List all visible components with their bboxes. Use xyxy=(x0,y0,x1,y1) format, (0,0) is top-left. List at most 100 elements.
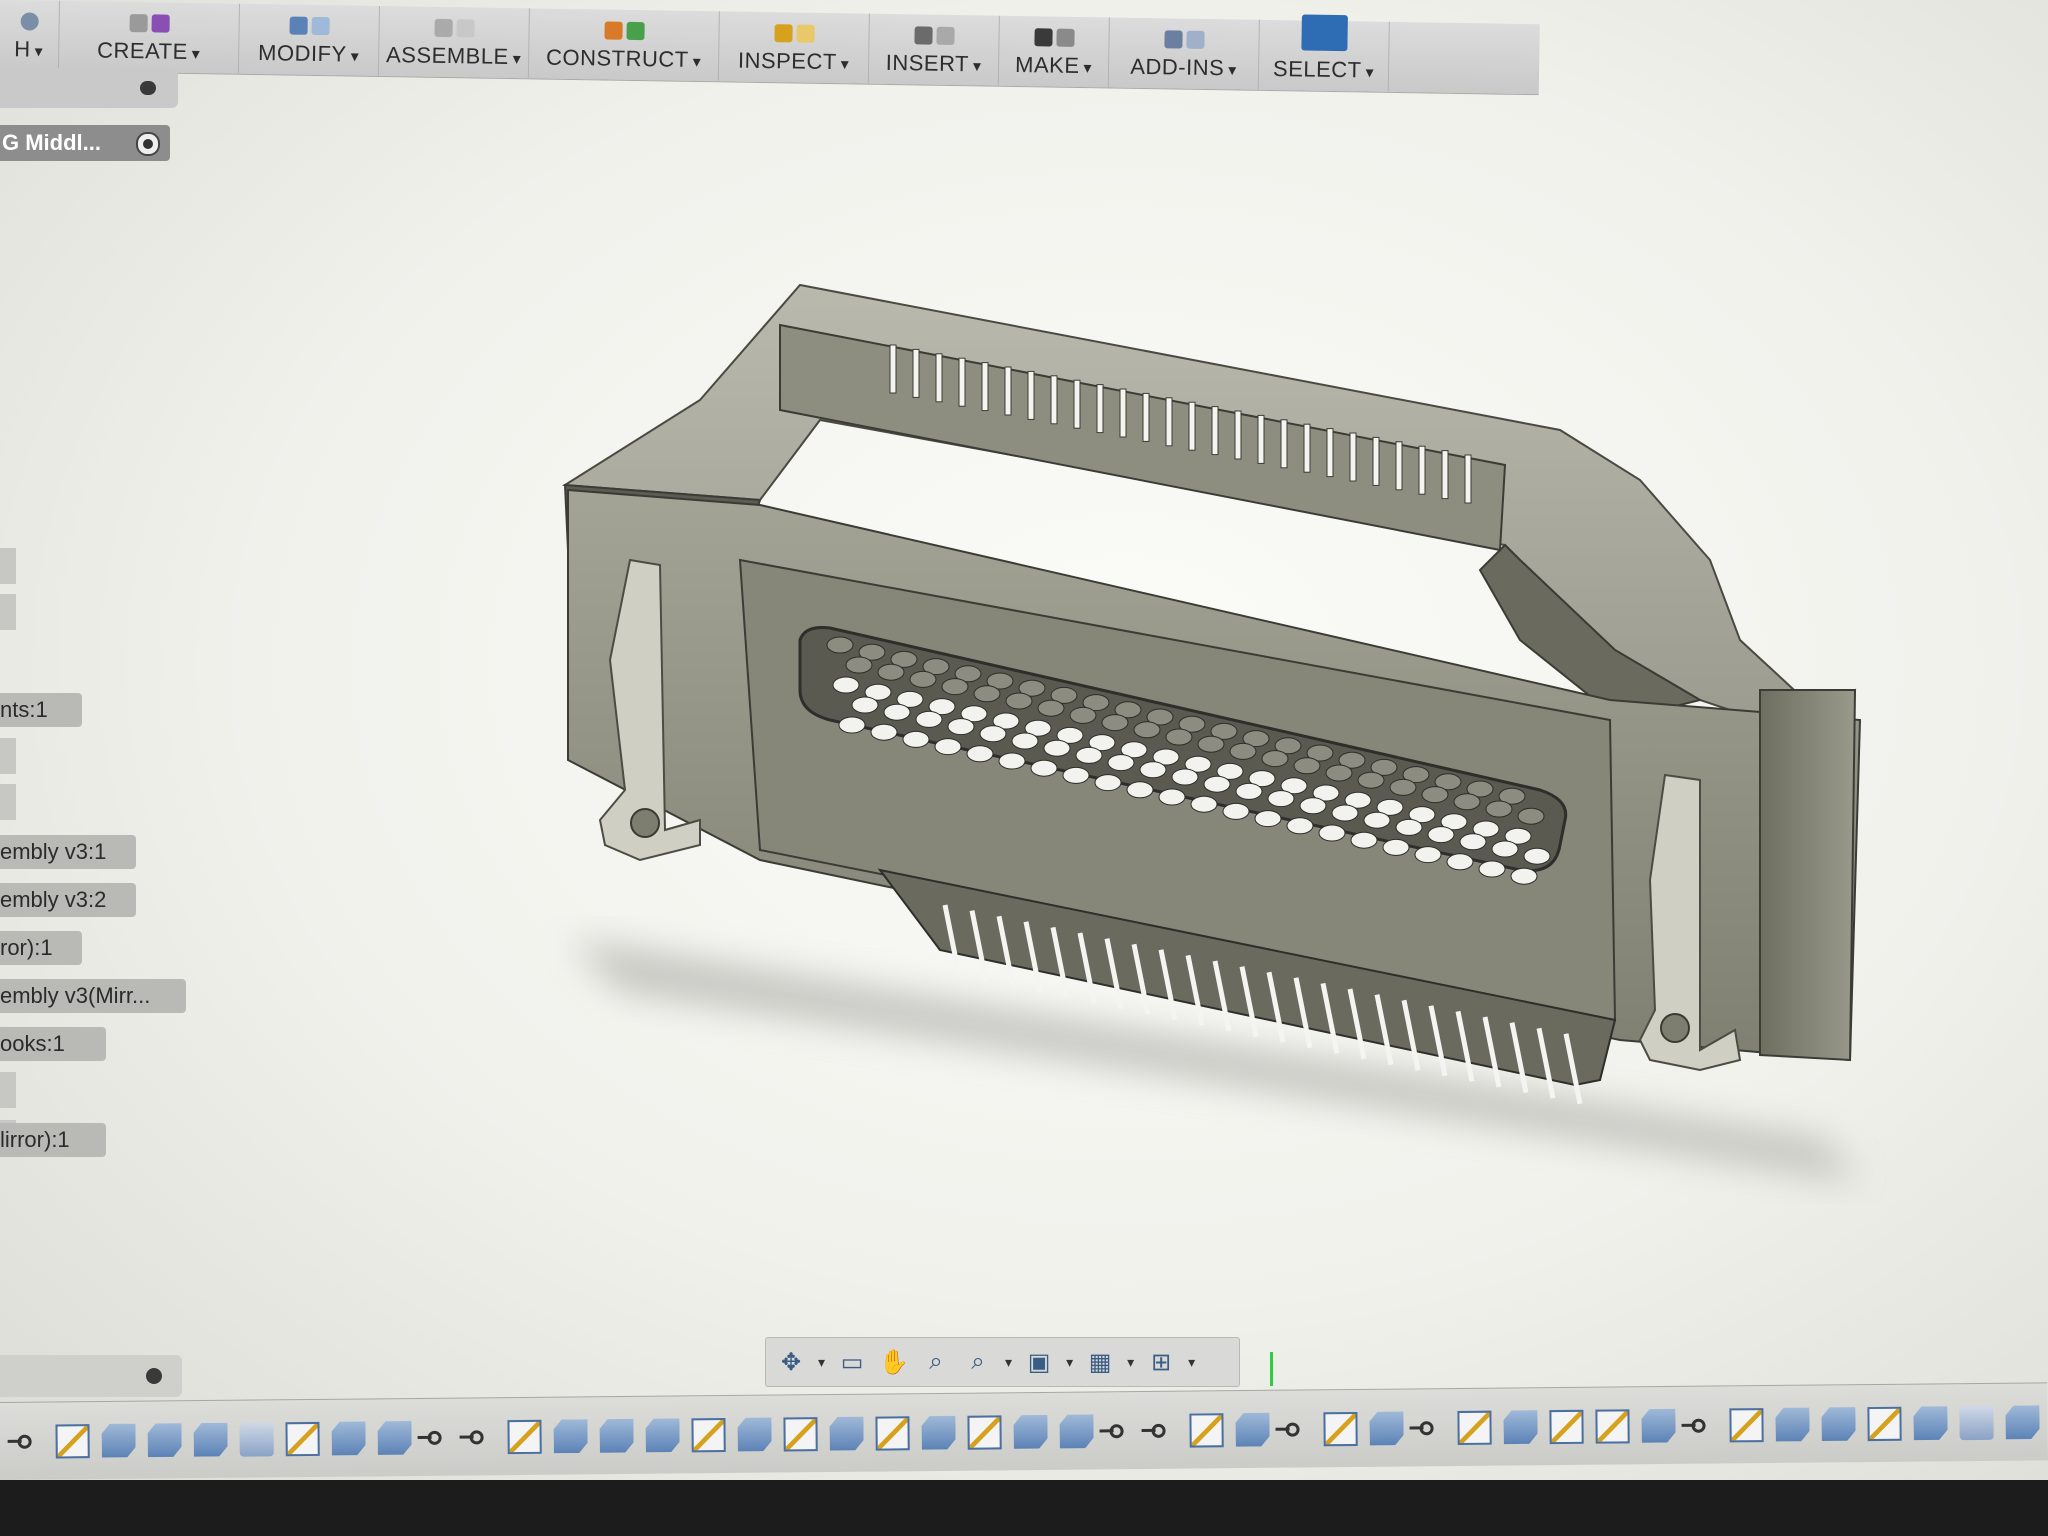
fit-icon[interactable]: ⌕ xyxy=(963,1347,993,1377)
grille-hex-hole xyxy=(1011,732,1039,750)
grille-hex-hole xyxy=(1005,692,1033,710)
timeline-sketch-icon[interactable] xyxy=(1323,1411,1358,1446)
grille-hex-hole xyxy=(1523,847,1551,865)
grille-hex-hole xyxy=(1229,742,1257,760)
grille-hex-hole xyxy=(845,656,873,674)
grille-hex-hole xyxy=(1427,826,1455,844)
grille-hex-hole xyxy=(1459,833,1487,851)
light-bar-slot xyxy=(1234,410,1242,460)
chevron-down-icon[interactable]: ▾ xyxy=(1005,1354,1012,1371)
timeline-extrude-icon[interactable] xyxy=(1369,1411,1403,1445)
grille-hex-hole xyxy=(1222,802,1250,820)
orbit-icon[interactable]: ✥ xyxy=(776,1347,806,1377)
timeline-joint-icon[interactable] xyxy=(465,1420,495,1454)
timeline-sketch-icon[interactable] xyxy=(1867,1406,1902,1441)
light-bar-slot xyxy=(1303,423,1311,473)
timeline-extrude-icon[interactable] xyxy=(1013,1414,1047,1448)
grille-hex-hole xyxy=(1325,764,1353,782)
timeline-sketch-icon[interactable] xyxy=(1189,1412,1224,1448)
light-bar-slot xyxy=(912,348,920,398)
timeline-joint-icon[interactable] xyxy=(1147,1413,1177,1447)
grille-hex-hole xyxy=(1261,750,1289,768)
timeline-sketch-icon[interactable] xyxy=(783,1416,818,1451)
timeline-extrude-icon[interactable] xyxy=(101,1423,135,1457)
pan-icon[interactable]: ✋ xyxy=(879,1347,909,1377)
timeline-joint-icon[interactable] xyxy=(1105,1414,1135,1448)
timeline-extrude-icon[interactable] xyxy=(1235,1412,1269,1446)
light-bar-slot xyxy=(1418,445,1426,495)
grille-hex-hole xyxy=(966,745,994,763)
light-bar-slot xyxy=(958,357,966,407)
grille-hex-hole xyxy=(973,685,1001,703)
grille-hex-hole xyxy=(947,718,975,736)
grille-hex-hole xyxy=(979,725,1007,743)
timeline-extrude-icon[interactable] xyxy=(1913,1406,1947,1440)
chevron-down-icon[interactable]: ▾ xyxy=(818,1354,825,1371)
light-bar-slot xyxy=(1211,406,1219,456)
chevron-down-icon[interactable]: ▾ xyxy=(1188,1354,1195,1371)
grille-hex-hole xyxy=(1421,786,1449,804)
timeline-extrude-icon[interactable] xyxy=(2005,1405,2039,1439)
look-at-icon[interactable]: ▭ xyxy=(837,1347,867,1377)
grille-hex-hole xyxy=(902,730,930,748)
grille-hex-hole xyxy=(1510,867,1538,885)
light-bar-slot xyxy=(1027,370,1035,420)
timeline-sketch-icon[interactable] xyxy=(1457,1410,1492,1445)
timeline-extrude-icon[interactable] xyxy=(377,1421,411,1455)
light-bar-slot xyxy=(1395,441,1403,491)
timeline-extrude-icon[interactable] xyxy=(599,1418,633,1452)
timeline-extrude-icon[interactable] xyxy=(1821,1407,1855,1441)
right-dring-hole xyxy=(1660,1013,1690,1043)
light-bar-slot xyxy=(1349,432,1357,482)
grille-hex-hole xyxy=(1485,800,1513,818)
timeline-extrude-icon[interactable] xyxy=(829,1416,863,1450)
light-bar-slot xyxy=(981,362,989,412)
timeline-extrude-icon[interactable] xyxy=(193,1422,227,1456)
timeline-sketch-icon[interactable] xyxy=(1595,1408,1630,1444)
timeline-joint-icon[interactable] xyxy=(423,1420,453,1454)
zoom-icon[interactable]: ⌕ xyxy=(921,1347,951,1377)
viewports-icon[interactable]: ⊞ xyxy=(1146,1347,1176,1377)
grille-hex-hole xyxy=(851,696,879,714)
timeline-extrude-icon[interactable] xyxy=(737,1417,771,1451)
chevron-down-icon[interactable]: ▾ xyxy=(1127,1354,1134,1371)
timeline-joint-icon[interactable] xyxy=(1687,1408,1717,1442)
timeline-sketch-icon[interactable] xyxy=(1549,1409,1584,1444)
grille-hex-hole xyxy=(1286,817,1314,835)
timeline-sketch-icon[interactable] xyxy=(875,1415,910,1451)
bumper-right-end xyxy=(1759,689,1857,1062)
light-bar-slot xyxy=(889,344,897,394)
timeline-joint-icon[interactable] xyxy=(13,1424,43,1458)
grid-settings-icon[interactable]: ▦ xyxy=(1085,1347,1115,1377)
chevron-down-icon[interactable]: ▾ xyxy=(1066,1354,1073,1371)
display-settings-icon[interactable]: ▣ xyxy=(1024,1347,1054,1377)
timeline-sketch-icon[interactable] xyxy=(967,1414,1002,1450)
timeline-extrude-icon[interactable] xyxy=(1775,1407,1809,1441)
timeline-sketch-icon[interactable] xyxy=(1729,1407,1764,1442)
timeline-extrude-icon[interactable] xyxy=(147,1423,181,1457)
timeline-sketch-icon[interactable] xyxy=(55,1423,90,1458)
timeline-move-icon[interactable] xyxy=(1959,1405,1994,1440)
grille-hex-hole xyxy=(1414,846,1442,864)
light-bar-slot xyxy=(935,353,943,403)
grille-hex-hole xyxy=(1037,699,1065,717)
light-bar-slot xyxy=(1257,414,1265,464)
timeline-joint-icon[interactable] xyxy=(1281,1412,1311,1446)
viewport-model[interactable] xyxy=(0,0,2048,1480)
timeline-extrude-icon[interactable] xyxy=(331,1421,365,1455)
grille-hex-hole xyxy=(1235,782,1263,800)
timeline-sketch-icon[interactable] xyxy=(285,1421,320,1456)
timeline-extrude-icon[interactable] xyxy=(645,1418,679,1452)
timeline-sketch-icon[interactable] xyxy=(691,1417,726,1452)
navigation-bar: ✥ ▾ ▭ ✋ ⌕ ⌕ ▾ ▣ ▾ ▦ ▾ ⊞ ▾ xyxy=(765,1337,1240,1387)
timeline-extrude-icon[interactable] xyxy=(1503,1410,1537,1444)
grille-hex-hole xyxy=(1491,840,1519,858)
grille-hex-hole xyxy=(941,678,969,696)
timeline-extrude-icon[interactable] xyxy=(1641,1408,1675,1442)
timeline-sketch-icon[interactable] xyxy=(507,1419,542,1454)
timeline-extrude-icon[interactable] xyxy=(921,1415,955,1449)
timeline-extrude-icon[interactable] xyxy=(1059,1414,1093,1448)
timeline-extrude-icon[interactable] xyxy=(553,1419,587,1453)
timeline-joint-icon[interactable] xyxy=(1415,1411,1445,1445)
timeline-move-icon[interactable] xyxy=(239,1421,274,1457)
